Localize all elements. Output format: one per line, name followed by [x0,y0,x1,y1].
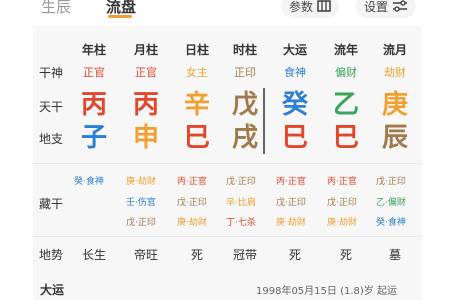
shishen-cell: 女主 [186,66,208,79]
dizhi-cell: 申 [132,123,159,153]
dizhi-cell: 巳 [281,123,308,153]
row-separator [33,163,422,164]
dishi-cell: 帝旺 [133,248,158,262]
row-separator [33,236,422,237]
tiangan-cell: 癸 [281,90,308,120]
canggan-cell: 丙·正官 [177,177,207,187]
shishen-cell: 劫财 [384,66,406,79]
shishen-cell: 食神 [284,66,306,79]
dizhi-cell: 子 [80,123,107,153]
dayun-title: 大运 [40,283,65,297]
row-label-shishen: 干神 [39,66,64,80]
col-header-liuyue: 流月 [382,43,407,57]
canggan-cell: 癸·食神 [74,177,104,187]
canggan-cell: 戊·正印 [177,198,207,208]
tiangan-cell: 庚 [381,90,408,120]
canggan-cell: 戊·正印 [327,198,357,208]
dishi-cell: 死 [339,248,352,262]
tiangan-cell: 乙 [332,90,359,120]
settings-button[interactable]: 设置 [356,0,416,18]
row-label-tiangan: 天干 [39,100,64,114]
dizhi-cell: 巳 [183,123,210,153]
col-header-liunian: 流年 [333,43,358,57]
dishi-cell: 墓 [388,248,401,262]
tiangan-cell: 戊 [231,90,258,120]
params-button[interactable]: 参数 [281,0,339,18]
col-header-day: 日柱 [184,43,209,57]
canggan-cell: 辛·比肩 [226,198,256,208]
col-header-hour: 时柱 [232,43,257,57]
canggan-cell: 戊·正印 [126,218,156,228]
canggan-cell: 庚·劫财 [327,218,357,228]
canggan-cell: 庚·劫财 [177,218,207,228]
col-header-month: 月柱 [133,43,158,57]
row-label-canggan: 藏干 [39,197,64,211]
sliders-icon [393,0,407,12]
canggan-cell: 庚·劫财 [276,218,306,228]
canggan-cell: 戊·正印 [376,177,406,187]
dizhi-cell: 巳 [332,123,359,153]
col-header-year: 年柱 [81,43,106,57]
grid-icon [317,0,331,12]
canggan-cell: 庚·劫财 [126,177,156,187]
canggan-cell: 癸·食神 [376,218,406,228]
dishi-cell: 死 [190,248,203,262]
dishi-cell: 冠带 [232,248,257,262]
row-label-dishi: 地势 [39,248,64,262]
tab-birth[interactable]: 生辰 [41,0,71,17]
row-label-dizhi: 地支 [39,132,64,146]
dayun-start-info: 1998年05月15日 (1.8)岁 起运 [256,286,397,297]
col-header-dayun: 大运 [282,43,307,57]
dishi-cell: 长生 [81,248,106,262]
shishen-cell: 正官 [83,66,105,79]
tab-active-indicator [108,15,132,18]
canggan-cell: 丙·正官 [276,177,306,187]
canggan-cell: 丙·正官 [327,177,357,187]
dishi-cell: 死 [288,248,301,262]
dizhi-cell: 戌 [231,123,258,153]
shishen-cell: 正印 [234,66,256,79]
shishen-cell: 正官 [135,66,157,79]
canggan-cell: 乙·偏财 [376,198,406,208]
settings-label: 设置 [364,0,389,14]
tiangan-cell: 丙 [132,90,159,120]
canggan-cell: 戊·正印 [226,177,256,187]
canggan-cell: 壬·伤官 [126,198,156,208]
canggan-cell: 戊·正印 [276,198,306,208]
params-label: 参数 [289,0,314,14]
canggan-cell: 丁·七杀 [226,218,256,228]
dizhi-cell: 辰 [381,123,408,153]
tiangan-cell: 辛 [183,90,210,120]
shishen-cell: 偏财 [335,66,357,79]
tiangan-cell: 丙 [80,90,107,120]
top-bar: 生辰 流盘 参数 设置 [0,0,450,22]
